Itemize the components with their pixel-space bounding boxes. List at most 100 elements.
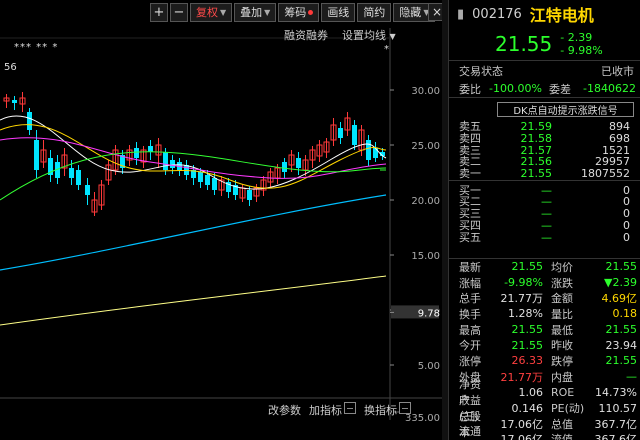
stat-value: 26.33 [511,354,544,368]
order-diff-value: -1840622 [583,82,636,95]
menu-icon[interactable]: ▮ [457,7,464,22]
candle-body [76,170,81,185]
candle-body [134,148,139,158]
sell-row[interactable]: 卖二 21.56 29957 [449,156,640,168]
stock-name[interactable]: 江特电机 [530,2,594,26]
stock-code: 002176 [472,6,522,22]
candle-body [198,172,203,182]
chip-button[interactable]: 筹码 [278,3,320,22]
simple-mode-button[interactable]: 简约 [357,3,392,22]
stat-label: 流值 [551,433,573,440]
quote-panel: ▮ 002176 江特电机 21.55 - 2.39 - 9.98% 交易状态 … [448,0,640,440]
stat-value: 367.7亿 [594,417,638,431]
overlay-button[interactable]: 叠加 ▼ [234,3,277,22]
buy-volume: 0 [623,195,630,209]
candle-body [352,125,357,145]
overlay-label: 叠加 [240,6,263,19]
price-axis-label: 5.00 [418,361,440,372]
sell-volume: 894 [609,120,630,134]
sell-volume: 1807552 [581,167,630,181]
candle-body [296,158,301,168]
stat-value: 14.73% [595,385,637,399]
sell-label: 卖四 [459,132,481,146]
stat-value: 0.18 [612,307,638,321]
ma-settings-link[interactable]: 设置均线 ▼ [342,27,396,43]
stat-label: 涨停 [459,354,481,368]
buy-label: 买三 [459,207,481,221]
event-markers[interactable]: *** ** * [14,42,58,53]
sell-price: 21.56 [520,155,553,169]
draw-line-button[interactable]: 画线 [321,3,356,22]
order-book-divider [449,180,640,183]
buy-row[interactable]: 买五 — 0 [449,231,640,243]
buy-volume: 0 [623,207,630,221]
switch-indicator-link[interactable]: 换指标 [364,402,411,418]
stat-value: 21.55 [605,354,638,368]
buy-price: — [541,218,552,232]
notification-dot-icon [308,10,314,15]
sell-price: 21.58 [520,132,553,146]
stat-value: 0.146 [511,401,544,415]
stat-value: 21.77万 [500,292,544,306]
candle-body [170,160,175,168]
sell-row[interactable]: 卖五 21.59 894 [449,121,640,133]
buy-price: — [541,230,552,244]
order-diff-label: 委差 [549,82,571,96]
stat-value: 23.94 [605,338,638,352]
panel-icon [344,402,356,414]
buy-row[interactable]: 买三 — 0 [449,208,640,220]
indicator-links: 改参数 加指标 换指标 [268,402,411,418]
buy-label: 买二 [459,195,481,209]
price-axis-label: 9.78 [418,308,440,319]
stat-row: 最高 21.55 最低 21.55 [449,322,640,338]
stat-value: 17.06亿 [500,433,544,440]
buy-row[interactable]: 买四 — 0 [449,220,640,232]
ma-settings-label: 设置均线 [342,29,386,42]
add-indicator-link[interactable]: 加指标 [309,402,356,418]
buy-row[interactable]: 买一 — 0 [449,184,640,196]
panel-icon [399,402,411,414]
chart-sub-links: 融资融券 设置均线 ▼ [284,27,396,43]
modify-params-link[interactable]: 改参数 [268,402,301,418]
stat-label: 换手 [459,307,481,321]
last-price: 21.55 [495,32,553,56]
buy-row[interactable]: 买二 — 0 [449,196,640,208]
stat-row: 换手 1.28% 量比 0.18 [449,306,640,322]
price-axis-label: 30.00 [411,86,440,97]
kline-chart-pane[interactable]: 30.0025.0020.0015.0010.009.785.00335.00*… [0,0,448,440]
stat-value: — [626,370,637,384]
candle-body [163,152,168,170]
stat-label: 涨跌 [551,276,573,290]
stat-label: 总手 [459,292,481,306]
sell-row[interactable]: 卖四 21.58 698 [449,133,640,145]
buy-volume: 0 [623,230,630,244]
buy-volume: 0 [623,183,630,197]
kline-chart-canvas[interactable]: 30.0025.0020.0015.0010.009.785.00335.00* [0,0,448,440]
price-row: 21.55 - 2.39 - 9.98% [449,28,640,60]
margin-trading-link[interactable]: 融资融券 [284,27,328,43]
stat-value: 21.55 [605,323,638,337]
stat-value: 367.6亿 [594,433,638,440]
sell-price: 21.59 [520,120,553,134]
stat-label: 今开 [459,339,481,353]
sell-label: 卖三 [459,143,481,157]
sell-row[interactable]: 卖三 21.57 1521 [449,144,640,156]
candle-body [69,168,74,178]
stat-label: 最高 [459,323,481,337]
sell-label: 卖二 [459,155,481,169]
order-ratio-value: -100.00% [489,82,542,95]
stat-label: 流通股 [459,425,481,439]
chart-toolbar: + − 复权 ▼ 叠加 ▼ 筹码 画线 简约 隐藏 ▼ [150,3,436,22]
fuquan-button[interactable]: 复权 ▼ [190,3,233,22]
price-axis-label: 25.00 [411,141,440,152]
zoom-out-button[interactable]: − [170,3,188,22]
stat-value: 1.06 [518,385,544,399]
zoom-in-button[interactable]: + [150,3,168,22]
order-ratio-row: 委比 -100.00% 委差 -1840622 [449,80,640,98]
stat-label: 最低 [551,323,573,337]
price-change: - 2.39 [560,31,593,44]
stat-value: 21.55 [511,323,544,337]
dk-signal-button[interactable]: DK点自动提示涨跌信号 [497,102,634,117]
fuquan-label: 复权 [196,6,218,19]
sell-row[interactable]: 卖一 21.55 1807552 [449,168,640,180]
